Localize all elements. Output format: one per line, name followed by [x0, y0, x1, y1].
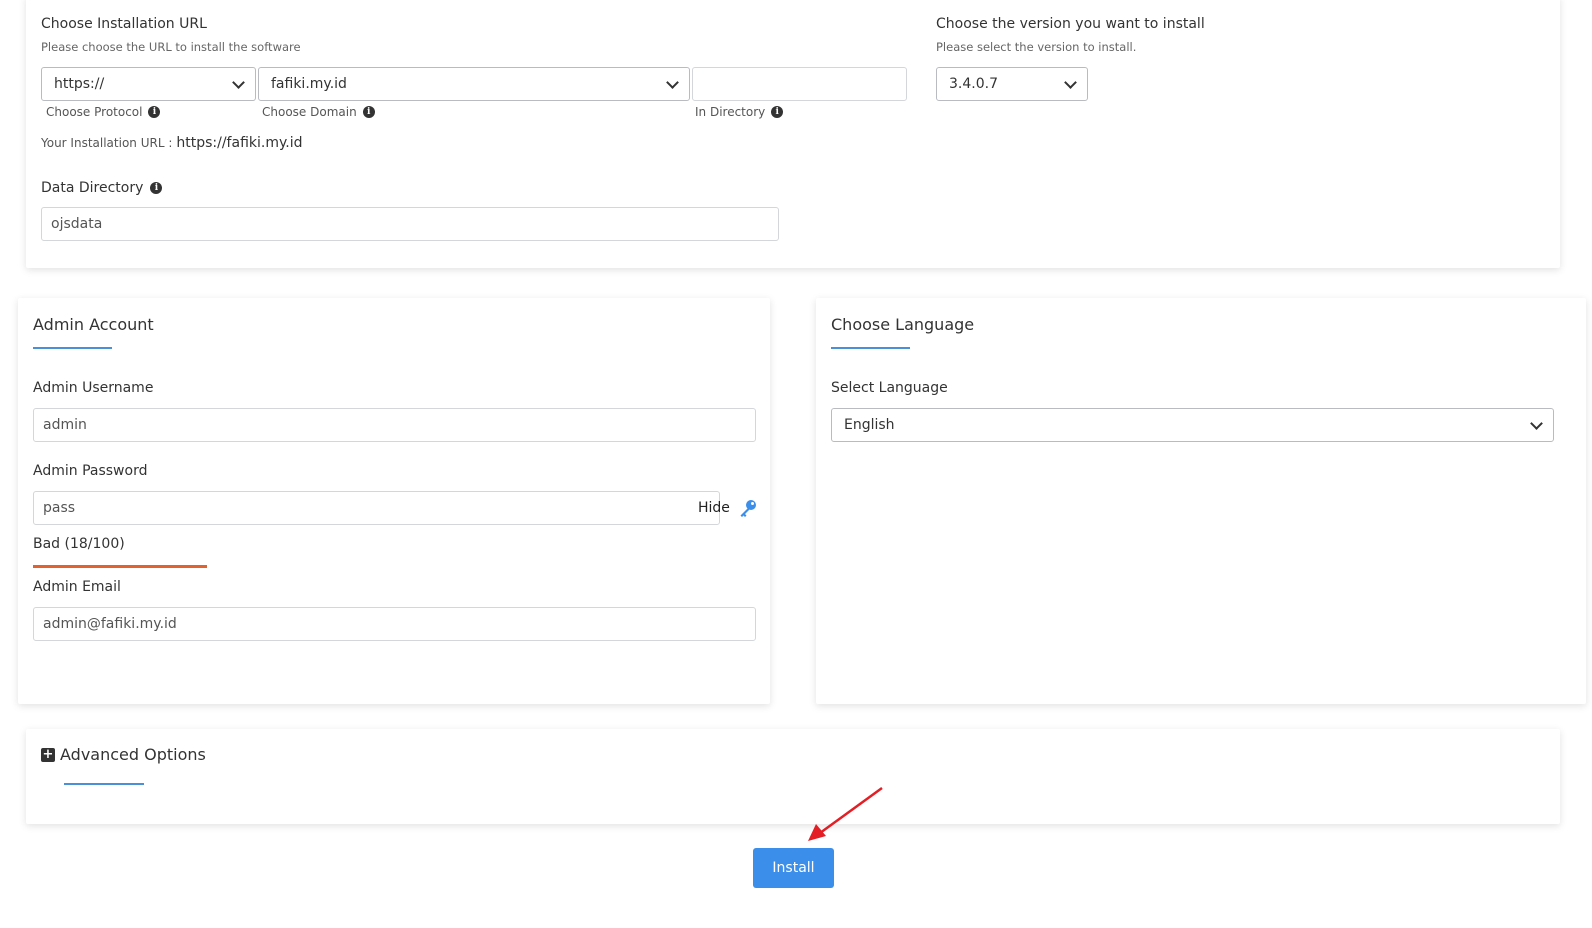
admin-email-label: Admin Email [33, 579, 121, 595]
advanced-options-title: Advanced Options [60, 745, 206, 764]
directory-label: In Directory i [695, 105, 784, 119]
installation-url-preview-value: https://fafiki.my.id [176, 135, 303, 151]
advanced-options-underline [64, 783, 144, 785]
admin-password-label: Admin Password [33, 463, 148, 479]
version-title: Choose the version you want to install [936, 16, 1205, 32]
data-directory-input[interactable]: ojsdata [41, 207, 779, 241]
admin-username-input[interactable]: admin [33, 408, 756, 442]
advanced-options-card [26, 729, 1560, 824]
plus-square-icon: + [41, 746, 55, 762]
installation-url-title: Choose Installation URL [41, 16, 207, 32]
chevron-down-icon [1064, 75, 1077, 89]
install-button[interactable]: Install [753, 848, 834, 888]
chevron-down-icon [666, 75, 679, 89]
version-select[interactable]: 3.4.0.7 [936, 67, 1088, 101]
advanced-options-toggle[interactable]: + Advanced Options [41, 745, 206, 764]
hide-password-toggle[interactable]: Hide [698, 500, 730, 516]
protocol-label: Choose Protocol i [46, 105, 161, 119]
admin-email-input[interactable]: admin@fafiki.my.id [33, 607, 756, 641]
language-underline [831, 347, 910, 349]
directory-input[interactable] [692, 67, 907, 101]
admin-username-label: Admin Username [33, 380, 154, 396]
language-title: Choose Language [831, 315, 975, 334]
chevron-down-icon [232, 75, 245, 89]
domain-select[interactable]: fafiki.my.id [258, 67, 690, 101]
key-icon[interactable] [738, 498, 758, 518]
password-strength-text: Bad (18/100) [33, 536, 125, 552]
annotation-arrow [808, 786, 883, 841]
password-strength-track [33, 565, 756, 568]
admin-account-underline [33, 347, 112, 349]
installation-url-subtitle: Please choose the URL to install the sof… [41, 40, 301, 54]
installation-url-preview: Your Installation URL : https://fafiki.m… [41, 135, 302, 151]
info-icon[interactable]: i [150, 182, 163, 194]
version-subtitle: Please select the version to install. [936, 40, 1137, 54]
protocol-value: https:// [54, 76, 105, 92]
password-strength-bar [33, 565, 207, 568]
admin-password-input[interactable]: pass [33, 491, 720, 525]
info-icon[interactable]: i [771, 106, 784, 118]
info-icon[interactable]: i [148, 106, 161, 118]
language-select[interactable]: English [831, 408, 1554, 442]
domain-value: fafiki.my.id [271, 76, 347, 92]
admin-account-title: Admin Account [33, 315, 154, 334]
domain-label: Choose Domain i [262, 105, 375, 119]
chevron-down-icon [1530, 416, 1543, 430]
info-icon[interactable]: i [362, 106, 375, 118]
language-card [816, 298, 1586, 704]
installation-url-preview-label: Your Installation URL : [41, 136, 173, 150]
select-language-label: Select Language [831, 380, 948, 396]
protocol-select[interactable]: https:// [41, 67, 256, 101]
version-value: 3.4.0.7 [949, 76, 998, 92]
language-value: English [844, 417, 895, 433]
data-directory-label: Data Directory i [41, 180, 163, 196]
